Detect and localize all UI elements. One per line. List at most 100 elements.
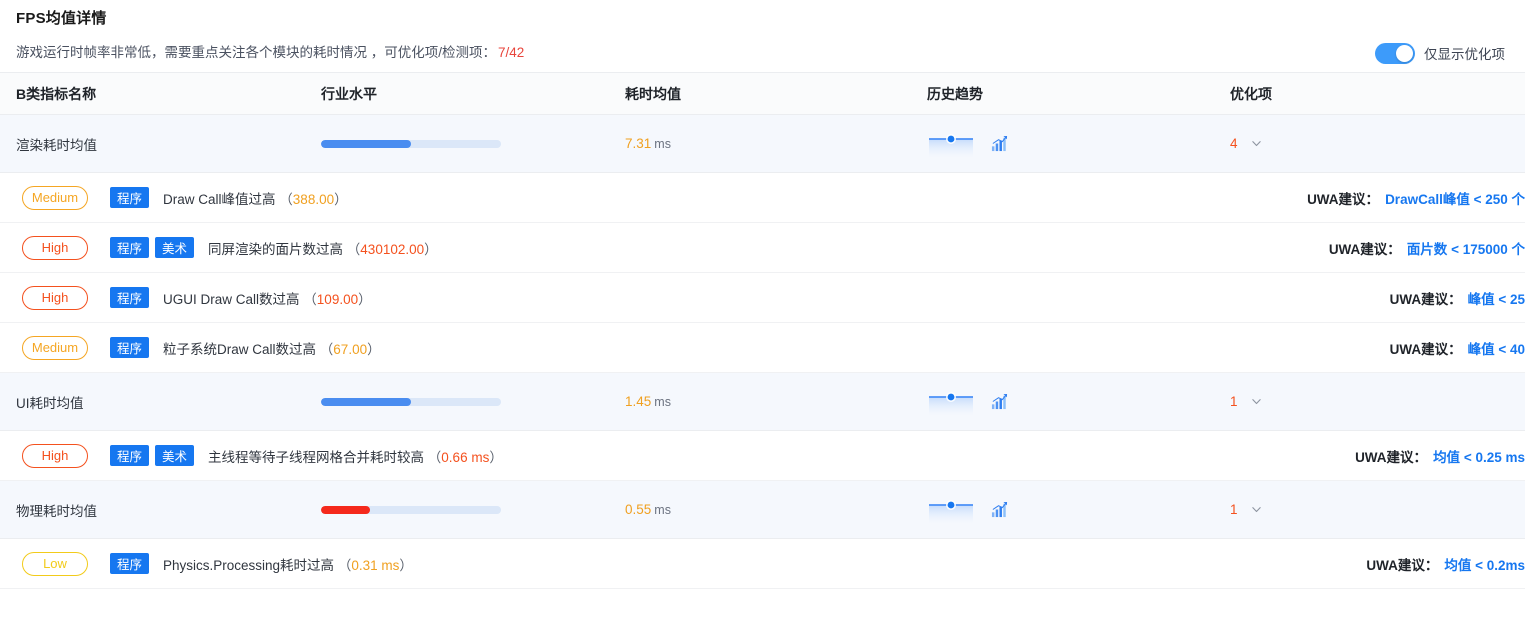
issue-tag: 美术 bbox=[155, 445, 195, 466]
chevron-down-icon[interactable] bbox=[1251, 504, 1262, 515]
advice-label: UWA建议： bbox=[1389, 291, 1462, 307]
issue-tag: 程序 bbox=[110, 337, 150, 358]
advice-value: 峰值 < 40 bbox=[1467, 341, 1525, 357]
page-subtitle: 游戏运行时帧率非常低，需要重点关注各个模块的耗时情况 ，可优化项/检测项： 7/4… bbox=[16, 43, 524, 63]
severity-badge: High bbox=[22, 443, 88, 468]
toggle-knob bbox=[1396, 44, 1413, 62]
table-header: B类指标名称 行业水平 耗时均值 历史趋势 优化项 bbox=[0, 72, 1525, 115]
show-optimizations-toggle[interactable] bbox=[1375, 42, 1415, 64]
issue-tag: 程序 bbox=[110, 287, 150, 308]
issue-title-wrap: 主线程等待子线程网格合并耗时较高 （0.66 ms） bbox=[208, 446, 503, 466]
trend-sparkline bbox=[929, 133, 973, 157]
issue-value: 67.00 bbox=[333, 341, 368, 357]
bar-chart-icon[interactable] bbox=[991, 393, 1008, 410]
issue-value-wrap: （0.66 ms） bbox=[427, 449, 503, 465]
issue-value: 388.00 bbox=[292, 191, 335, 207]
issue-title: 粒子系统Draw Call数过高 bbox=[163, 341, 317, 357]
issue-value: 109.00 bbox=[316, 291, 359, 307]
issue-value-wrap: （0.31 ms） bbox=[337, 557, 413, 573]
avg-value: 1.45 bbox=[625, 393, 652, 409]
issue-title: Draw Call峰值过高 bbox=[163, 191, 276, 207]
optimization-count: 1 bbox=[1230, 502, 1238, 517]
issue-info-cell: Medium 程序 Draw Call峰值过高 （388.00） bbox=[0, 173, 1230, 223]
metric-level-cell bbox=[321, 481, 625, 539]
avg-unit: ms bbox=[654, 394, 671, 409]
industry-level-bar bbox=[321, 397, 501, 406]
metric-name: 渲染耗时均值 bbox=[16, 137, 97, 153]
advice-value: 均值 < 0.25 ms bbox=[1433, 449, 1525, 465]
chevron-down-icon[interactable] bbox=[1251, 138, 1262, 149]
page-header: FPS均值详情 游戏运行时帧率非常低，需要重点关注各个模块的耗时情况 ，可优化项… bbox=[0, 0, 1525, 72]
avg-unit: ms bbox=[654, 502, 671, 517]
issue-tag: 程序 bbox=[110, 445, 150, 466]
issue-info-cell: High 程序 UGUI Draw Call数过高 （109.00） bbox=[0, 273, 1230, 323]
metric-trend-cell bbox=[927, 373, 1230, 431]
column-header-opt: 优化项 bbox=[1230, 85, 1272, 102]
metric-name-cell: 物理耗时均值 bbox=[0, 481, 321, 539]
issue-advice-cell: UWA建议： 均值 < 0.25 ms bbox=[1230, 431, 1525, 481]
issue-value: 0.31 ms bbox=[351, 557, 400, 573]
metric-opt-cell: 1 bbox=[1230, 481, 1525, 539]
advice-value: 均值 < 0.2ms bbox=[1444, 557, 1525, 573]
issue-value-wrap: （109.00） bbox=[303, 291, 372, 307]
issue-tags: 程序 bbox=[110, 287, 150, 308]
industry-level-bar-fill bbox=[321, 397, 411, 406]
advice-label: UWA建议： bbox=[1355, 449, 1428, 465]
metric-row-1[interactable]: UI耗时均值 1.45 ms 1 bbox=[0, 372, 1525, 431]
bar-chart-icon[interactable] bbox=[991, 135, 1008, 152]
metric-level-cell bbox=[321, 115, 625, 173]
issue-advice-cell: UWA建议： 面片数 < 175000 个 bbox=[1230, 223, 1525, 273]
severity-badge: Medium bbox=[22, 335, 88, 360]
industry-level-bar bbox=[321, 505, 501, 514]
table-header-row: B类指标名称 行业水平 耗时均值 历史趋势 优化项 bbox=[0, 72, 1525, 115]
metric-trend-cell bbox=[927, 115, 1230, 173]
issue-row-0-1[interactable]: High 程序 美术 同屏渲染的面片数过高 （430102.00） UWA建议： 面… bbox=[0, 222, 1525, 273]
issue-advice-cell: UWA建议： 峰值 < 25 bbox=[1230, 273, 1525, 323]
issue-tags: 程序 bbox=[110, 187, 150, 208]
metric-row-0[interactable]: 渲染耗时均值 7.31 ms 4 bbox=[0, 114, 1525, 173]
issue-tag: 程序 bbox=[110, 187, 150, 208]
issue-row-0-2[interactable]: High 程序 UGUI Draw Call数过高 （109.00） UWA建议… bbox=[0, 272, 1525, 323]
issue-advice-cell: UWA建议： 均值 < 0.2ms bbox=[1230, 539, 1525, 589]
issue-row-0-0[interactable]: Medium 程序 Draw Call峰值过高 （388.00） UWA建议： D… bbox=[0, 172, 1525, 223]
issue-tag: 美术 bbox=[155, 237, 195, 258]
column-header-name: B类指标名称 bbox=[16, 85, 97, 102]
metric-trend-cell bbox=[927, 481, 1230, 539]
advice-value: DrawCall峰值 < 250 个 bbox=[1385, 191, 1525, 207]
severity-badge: High bbox=[22, 235, 88, 260]
issue-title: 同屏渲染的面片数过高 bbox=[208, 241, 344, 257]
industry-level-bar-fill bbox=[321, 139, 411, 148]
issue-value-wrap: （430102.00） bbox=[346, 241, 438, 257]
issue-row-1-0[interactable]: High 程序 美术 主线程等待子线程网格合并耗时较高 （0.66 ms） UWA… bbox=[0, 430, 1525, 481]
metric-name-cell: 渲染耗时均值 bbox=[0, 115, 321, 173]
page-title: FPS均值详情 bbox=[16, 10, 107, 27]
issue-advice-cell: UWA建议： 峰值 < 40 bbox=[1230, 323, 1525, 373]
metric-opt-cell: 1 bbox=[1230, 373, 1525, 431]
issue-row-0-3[interactable]: Medium 程序 粒子系统Draw Call数过高 （67.00） UWA建议… bbox=[0, 322, 1525, 373]
issue-tags: 程序 bbox=[110, 337, 150, 358]
chevron-down-icon[interactable] bbox=[1251, 396, 1262, 407]
issue-row-2-0[interactable]: Low 程序 Physics.Processing耗时过高 （0.31 ms） … bbox=[0, 538, 1525, 589]
issue-value-wrap: （388.00） bbox=[279, 191, 348, 207]
issue-title-wrap: Physics.Processing耗时过高 （0.31 ms） bbox=[163, 554, 413, 574]
column-header-avg: 耗时均值 bbox=[625, 85, 681, 102]
severity-badge: Medium bbox=[22, 185, 88, 210]
expand-optimizations-button[interactable]: 1 bbox=[1230, 394, 1525, 409]
issue-tag: 程序 bbox=[110, 553, 150, 574]
metric-avg-cell: 1.45 ms bbox=[625, 373, 927, 431]
expand-optimizations-button[interactable]: 4 bbox=[1230, 136, 1525, 151]
trend-sparkline bbox=[929, 391, 973, 415]
metric-row-2[interactable]: 物理耗时均值 0.55 ms 1 bbox=[0, 480, 1525, 539]
issue-info-cell: Medium 程序 粒子系统Draw Call数过高 （67.00） bbox=[0, 323, 1230, 373]
bar-chart-icon[interactable] bbox=[991, 501, 1008, 518]
issue-tags: 程序 美术 bbox=[110, 445, 195, 466]
issue-info-cell: High 程序 美术 同屏渲染的面片数过高 （430102.00） bbox=[0, 223, 1230, 273]
issue-title-wrap: 同屏渲染的面片数过高 （430102.00） bbox=[208, 238, 438, 258]
expand-optimizations-button[interactable]: 1 bbox=[1230, 502, 1525, 517]
show-optimizations-toggle-group[interactable]: 仅显示优化项 bbox=[1375, 42, 1509, 64]
table-body: 渲染耗时均值 7.31 ms 4 Medium 程序 Draw Call峰值过高… bbox=[0, 114, 1525, 589]
issue-title: UGUI Draw Call数过高 bbox=[163, 291, 300, 307]
issue-title: 主线程等待子线程网格合并耗时较高 bbox=[208, 449, 425, 465]
column-header-trend: 历史趋势 bbox=[927, 85, 983, 102]
issue-tag: 程序 bbox=[110, 237, 150, 258]
